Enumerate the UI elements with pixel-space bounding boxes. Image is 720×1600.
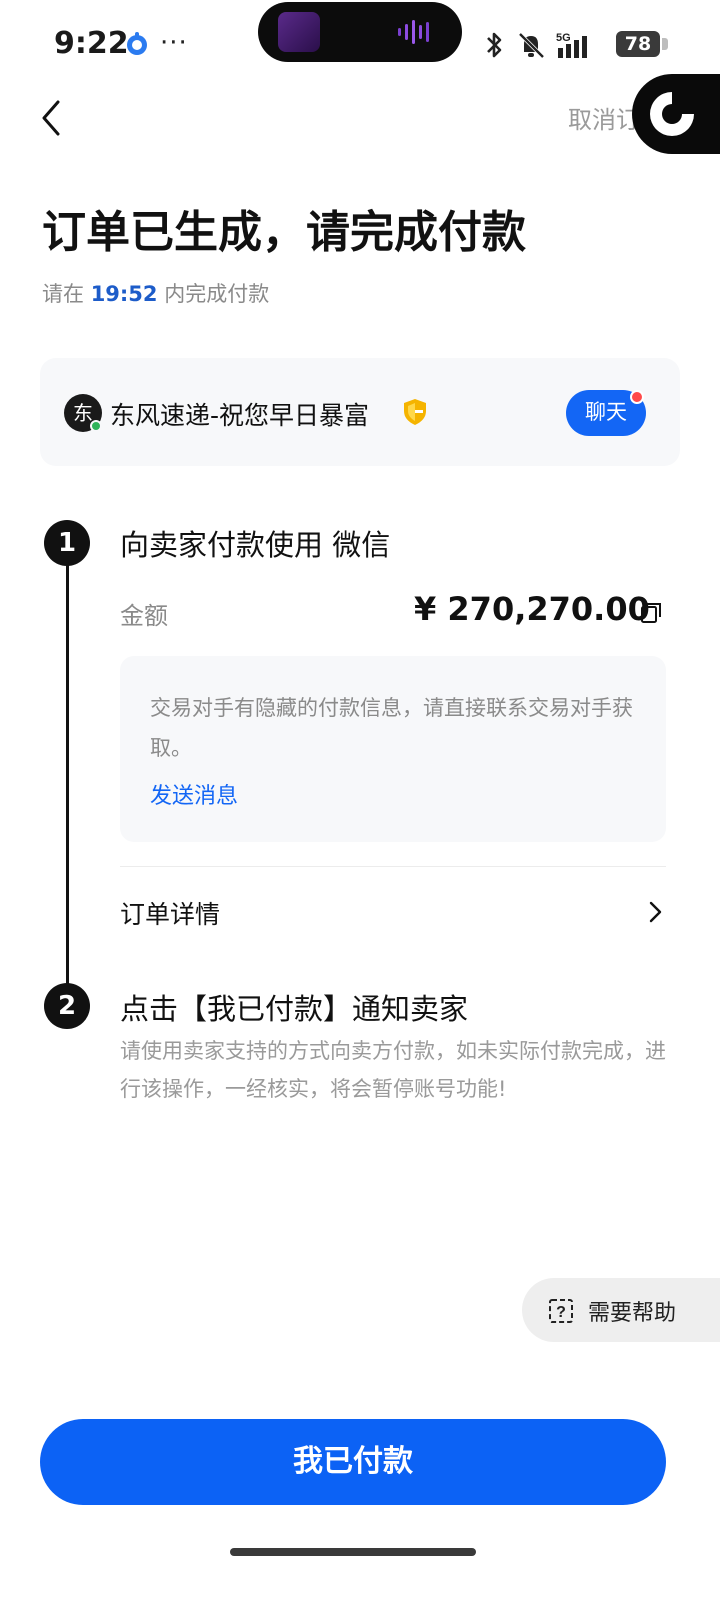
timeline-line — [66, 560, 69, 988]
app-notification-icon — [127, 32, 147, 55]
status-time: 9:22 — [54, 26, 129, 61]
floating-assistant-button[interactable] — [632, 74, 720, 154]
hidden-payment-info-text: 交易对手有隐藏的付款信息，请直接联系交易对手获取。 — [150, 696, 633, 760]
seller-card: 东 东风速递-祝您早日暴富 聊天 — [40, 358, 680, 466]
page-title: 订单已生成，请完成付款 — [42, 207, 526, 258]
step-1-title: 向卖家付款使用 微信 — [120, 528, 391, 562]
order-detail-row[interactable]: 订单详情 — [120, 895, 220, 931]
more-notifications-icon: ··· — [160, 28, 188, 58]
amount-value: ¥ 270,270.00 — [414, 590, 650, 628]
audio-wave-icon — [398, 20, 429, 44]
dynamic-island — [258, 2, 462, 62]
shield-icon — [404, 399, 426, 425]
amount-label: 金额 — [120, 602, 168, 630]
send-message-link[interactable]: 发送消息 — [150, 778, 238, 810]
assistant-logo-icon — [650, 92, 694, 136]
network-label: 5G — [556, 32, 571, 44]
battery-icon: 78 — [616, 31, 660, 57]
status-icons: 5G — [482, 28, 596, 62]
payment-deadline: 请在 19:52 内完成付款 — [42, 278, 269, 308]
step-2-badge: 2 — [44, 983, 90, 1029]
media-thumbnail — [278, 12, 320, 52]
battery-tip — [662, 38, 668, 50]
help-button[interactable]: ? 需要帮助 — [522, 1278, 720, 1342]
svg-text:?: ? — [556, 1304, 566, 1321]
deadline-time: 19:52 — [90, 282, 158, 306]
seller-name[interactable]: 东风速递-祝您早日暴富 — [110, 396, 369, 432]
help-label: 需要帮助 — [588, 1301, 677, 1326]
deadline-suffix: 内完成付款 — [157, 282, 270, 306]
divider — [120, 866, 666, 867]
status-bar: 9:22 ··· 5G 78 — [0, 0, 720, 90]
chevron-right-icon[interactable] — [646, 900, 664, 924]
copy-icon[interactable] — [640, 600, 664, 624]
online-status-dot — [90, 420, 102, 432]
i-have-paid-button[interactable]: 我已付款 — [40, 1419, 666, 1505]
step-2-description: 请使用卖家支持的方式向卖方付款，如未实际付款完成，进行该操作，一经核实，将会暂停… — [120, 1039, 666, 1101]
signal-icon: 5G — [556, 32, 587, 58]
help-icon: ? — [549, 1299, 573, 1323]
mute-icon — [518, 32, 545, 59]
chat-unread-badge — [630, 390, 644, 404]
step-2-title: 点击【我已付款】通知卖家 — [120, 992, 469, 1026]
home-indicator[interactable] — [230, 1548, 476, 1556]
deadline-prefix: 请在 — [42, 282, 91, 306]
bluetooth-icon — [487, 32, 502, 58]
back-button[interactable] — [38, 96, 78, 140]
chevron-left-icon — [42, 100, 60, 136]
hidden-payment-info-box: 交易对手有隐藏的付款信息，请直接联系交易对手获取。 发送消息 — [120, 656, 666, 842]
step-1-badge: 1 — [44, 520, 90, 566]
